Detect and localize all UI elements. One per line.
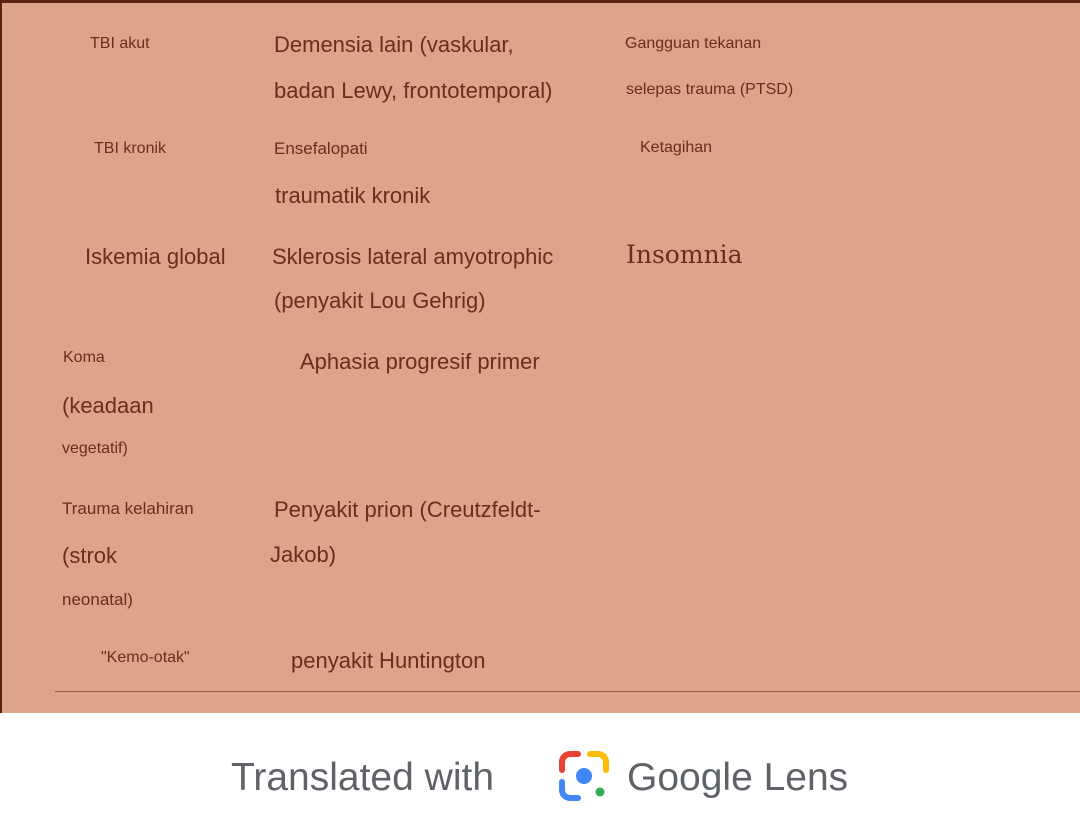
condition-label: penyakit Huntington <box>291 648 486 673</box>
condition-label: Demensia lain (vaskular, <box>274 32 514 57</box>
condition-label: vegetatif) <box>62 440 128 457</box>
condition-label: "Kemo-otak" <box>101 649 190 666</box>
condition-label: Penyakit prion (Creutzfeldt- <box>274 497 541 522</box>
translated-document <box>0 0 1080 713</box>
condition-label: traumatik kronik <box>275 183 431 208</box>
translation-footer <box>0 713 1080 840</box>
footer-prefix: Translated with <box>231 756 495 799</box>
condition-label: Trauma kelahiran <box>62 499 194 518</box>
condition-label: (penyakit Lou Gehrig) <box>274 288 486 313</box>
condition-label: Sklerosis lateral amyotrophic <box>272 244 554 269</box>
condition-label: Aphasia progresif primer <box>300 349 540 374</box>
condition-label: (keadaan <box>62 393 154 418</box>
condition-label: Jakob) <box>270 542 337 567</box>
condition-label: TBI kronik <box>94 140 167 157</box>
condition-label: Gangguan tekanan <box>625 35 762 52</box>
footer-brand: Google Lens <box>627 756 849 799</box>
condition-label: TBI akut <box>90 35 150 52</box>
condition-label: (strok <box>62 543 117 568</box>
condition-label: Iskemia global <box>85 244 226 269</box>
divider-line <box>55 691 1080 692</box>
google-lens-icon <box>559 751 609 801</box>
condition-label: Insomnia <box>626 240 743 269</box>
condition-label: neonatal) <box>62 590 133 609</box>
condition-label: selepas trauma (PTSD) <box>626 81 794 98</box>
condition-label: Ensefalopati <box>274 139 368 158</box>
condition-label: Koma <box>63 349 105 366</box>
condition-label: badan Lewy, frontotemporal) <box>274 78 553 103</box>
condition-label: Ketagihan <box>640 139 713 156</box>
